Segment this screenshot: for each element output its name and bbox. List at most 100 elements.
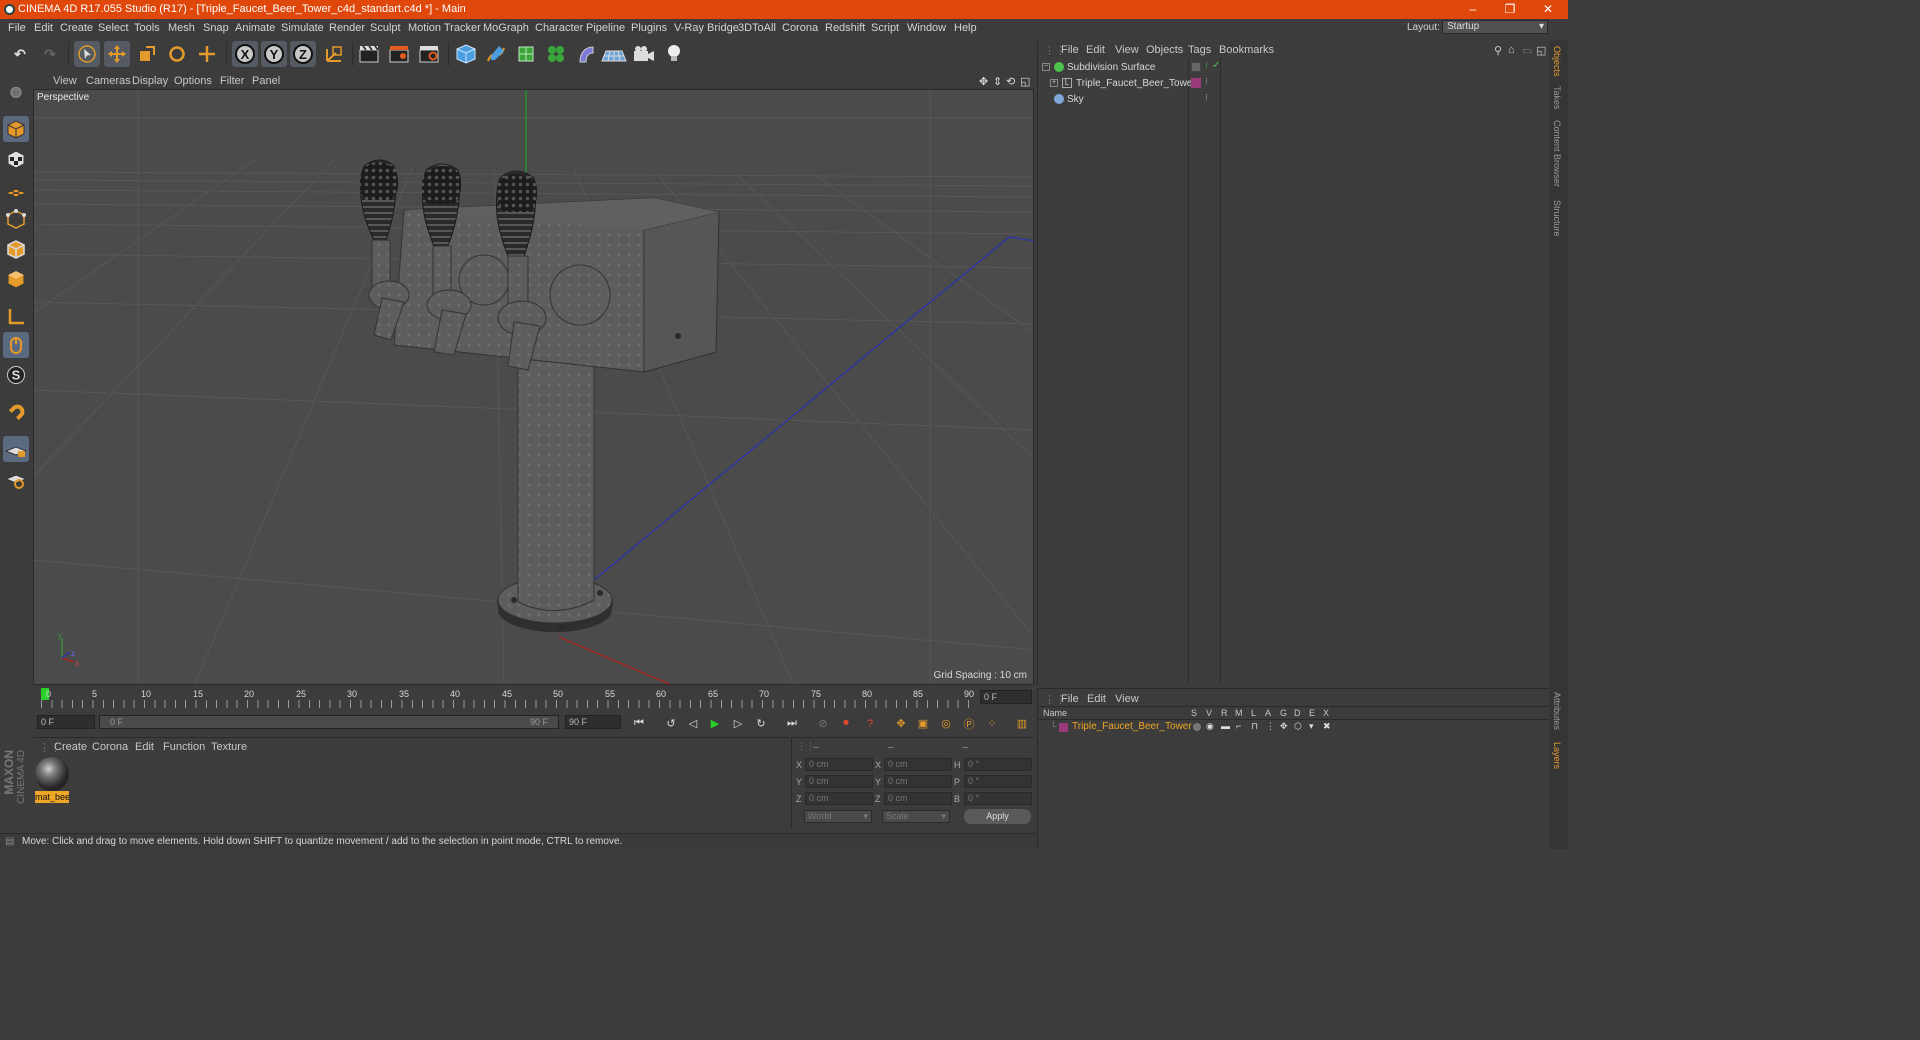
next-key-icon[interactable]: ↻ — [752, 715, 770, 732]
rot-p-field[interactable]: 0 ° — [964, 775, 1032, 788]
key-position-icon[interactable]: ✥ — [892, 715, 910, 732]
apply-button[interactable]: Apply — [964, 809, 1031, 824]
menu-tools[interactable]: Tools — [134, 22, 160, 34]
pos-x-field[interactable]: 0 cm — [805, 758, 873, 771]
keyframe-selection-icon[interactable]: ? — [861, 715, 879, 732]
viewport-menu-cameras[interactable]: Cameras — [86, 75, 131, 87]
material-swatch[interactable]: mat_beer — [35, 757, 69, 803]
pan-view-icon[interactable]: ✥ — [979, 75, 988, 88]
coordinate-mode-select[interactable]: World ▾ — [804, 810, 872, 823]
texture-mode-button[interactable] — [3, 146, 29, 172]
object-menu-objects[interactable]: Objects — [1146, 44, 1183, 56]
autokey-icon[interactable]: ⏺ — [837, 715, 855, 732]
generators-icon[interactable]: ✥ — [1280, 721, 1288, 732]
size-y-field[interactable]: 0 cm — [884, 775, 952, 788]
object-row[interactable]: − Subdivision Surface ⁝ ✓ — [1038, 60, 1548, 76]
key-scale-icon[interactable]: ▣ — [914, 715, 932, 732]
current-frame-field[interactable]: 0 F — [980, 690, 1032, 704]
viewport-menu-filter[interactable]: Filter — [220, 75, 244, 87]
menu-snap[interactable]: Snap — [203, 22, 229, 34]
menu-select[interactable]: Select — [98, 22, 129, 34]
edges-mode-button[interactable] — [3, 236, 29, 262]
viewport-menu-options[interactable]: Options — [174, 75, 212, 87]
menu-render[interactable]: Render — [329, 22, 365, 34]
home-icon[interactable]: ⌂ — [1508, 44, 1515, 56]
add-spline-button[interactable] — [483, 41, 509, 67]
object-row[interactable]: Sky ⁝ — [1038, 92, 1548, 108]
make-editable-icon[interactable]: ◍ — [3, 78, 29, 104]
tweak-mode-button[interactable] — [3, 332, 29, 358]
tab-objects[interactable]: Objects — [1552, 46, 1562, 77]
material-menu-function[interactable]: Function — [163, 741, 205, 753]
play-icon[interactable]: ▶ — [706, 715, 724, 732]
add-subdivision-button[interactable] — [513, 41, 539, 67]
object-row[interactable]: + L Triple_Faucet_Beer_Tower ⁝ — [1038, 76, 1548, 92]
undo-icon[interactable]: ↶ — [7, 41, 33, 67]
scale-tool-button[interactable] — [134, 41, 160, 67]
animation-icon[interactable]: ⋮ — [1266, 721, 1275, 732]
add-cloner-button[interactable] — [543, 41, 569, 67]
viewport-menu-view[interactable]: View — [53, 75, 77, 87]
object-menu-edit[interactable]: Edit — [1086, 44, 1105, 56]
menu-edit[interactable]: Edit — [34, 22, 53, 34]
size-mode-select[interactable]: Scale ▾ — [882, 810, 950, 823]
menu-3dtoall[interactable]: 3DToAll — [738, 22, 776, 34]
layer-color-icon[interactable] — [1191, 78, 1201, 88]
add-deformer-button[interactable] — [573, 41, 599, 67]
add-camera-button[interactable] — [631, 41, 657, 67]
add-cube-button[interactable] — [453, 41, 479, 67]
restore-button[interactable]: ❐ — [1499, 2, 1521, 17]
menu-pipeline[interactable]: Pipeline — [586, 22, 625, 34]
menu-script[interactable]: Script — [871, 22, 899, 34]
layer-row[interactable]: └ Triple_Faucet_Beer_Tower ◉ ▬ ⌐ ⊓ ⋮ ✥ ⬡… — [1038, 721, 1550, 735]
tab-takes[interactable]: Takes — [1552, 86, 1562, 110]
menu-plugins[interactable]: Plugins — [631, 22, 667, 34]
object-menu-file[interactable]: File — [1061, 44, 1079, 56]
live-selection-button[interactable] — [74, 41, 100, 67]
pos-z-field[interactable]: 0 cm — [805, 792, 873, 805]
menu-redshift[interactable]: Redshift — [825, 22, 865, 34]
z-axis-lock-button[interactable]: Z — [290, 41, 316, 67]
go-to-start-icon[interactable]: ⏮ — [630, 715, 648, 732]
menu-sculpt[interactable]: Sculpt — [370, 22, 401, 34]
maximize-view-icon[interactable]: ◱ — [1020, 75, 1030, 88]
viewport-menu-panel[interactable]: Panel — [252, 75, 280, 87]
preview-range-slider[interactable]: 0 F 90 F — [99, 715, 559, 729]
layer-color-icon[interactable] — [1059, 723, 1068, 732]
new-window-icon[interactable]: ▭ — [1522, 44, 1532, 57]
view-eye-icon[interactable]: ◉ — [1206, 721, 1214, 732]
menu-file[interactable]: File — [8, 22, 26, 34]
close-button[interactable]: ✕ — [1537, 2, 1559, 17]
rot-b-field[interactable]: 0 ° — [964, 792, 1032, 805]
material-menu-texture[interactable]: Texture — [211, 741, 247, 753]
end-frame-field[interactable]: 90 F — [565, 715, 621, 729]
search-icon[interactable]: ⚲ — [1494, 44, 1502, 57]
expressions-icon[interactable]: ▾ — [1309, 721, 1314, 732]
workplane-lock-button[interactable] — [3, 436, 29, 462]
model-mode-button[interactable] — [3, 116, 29, 142]
render-settings-button[interactable] — [416, 41, 442, 67]
key-parameter-icon[interactable]: Ⓟ — [960, 715, 978, 732]
menu-corona[interactable]: Corona — [782, 22, 818, 34]
tab-layers[interactable]: Layers — [1552, 742, 1562, 769]
points-mode-button[interactable] — [3, 206, 29, 232]
layer-tag-icon[interactable] — [1191, 62, 1201, 72]
menu-create[interactable]: Create — [60, 22, 93, 34]
menu-vray-bridge[interactable]: V-Ray Bridge — [674, 22, 739, 34]
add-floor-button[interactable] — [601, 41, 627, 67]
visibility-dots-icon[interactable]: ⁝ — [1205, 92, 1208, 103]
menu-help[interactable]: Help — [954, 22, 977, 34]
axis-mode-button[interactable] — [3, 304, 29, 330]
menu-mesh[interactable]: Mesh — [168, 22, 195, 34]
menu-motion-tracker[interactable]: Motion Tracker — [408, 22, 481, 34]
layer-menu-view[interactable]: View — [1115, 693, 1139, 705]
menu-window[interactable]: Window — [907, 22, 946, 34]
minimize-button[interactable]: – — [1462, 2, 1484, 17]
record-keys-icon[interactable]: ⊘ — [814, 715, 832, 732]
redo-icon[interactable]: ↷ — [37, 41, 63, 67]
previous-frame-icon[interactable]: ◁ — [684, 715, 702, 732]
x-axis-lock-button[interactable]: X — [232, 41, 258, 67]
object-menu-bookmarks[interactable]: Bookmarks — [1219, 44, 1274, 56]
perspective-viewport[interactable]: y x z Perspective Grid Spacing : 10 cm — [33, 89, 1034, 685]
snap-magnet-button[interactable] — [3, 400, 29, 426]
